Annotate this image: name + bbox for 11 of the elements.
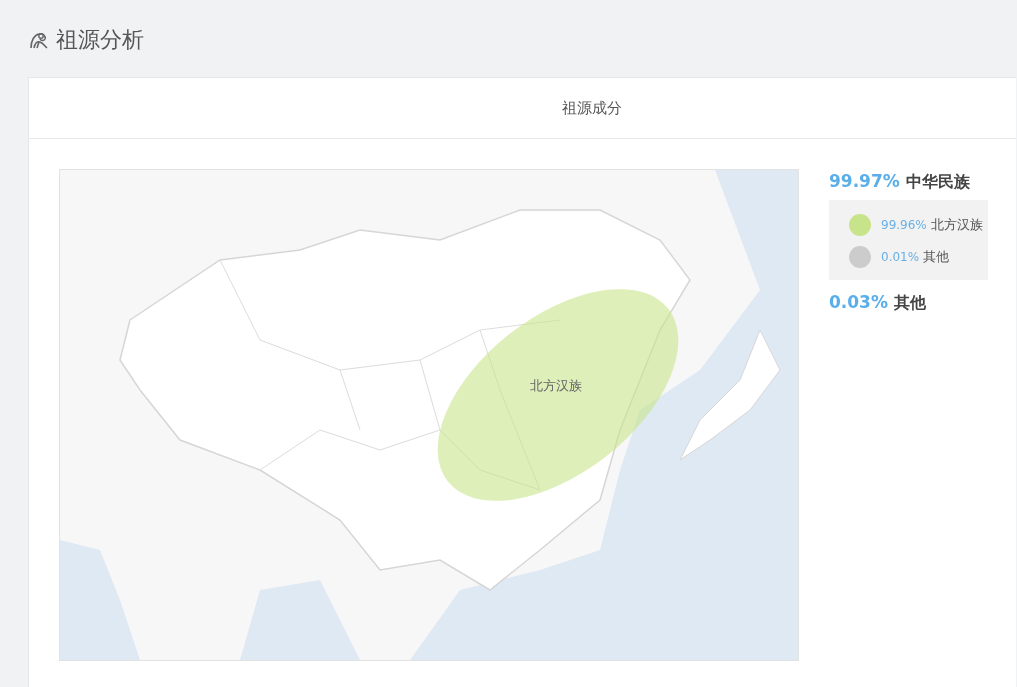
- subgroup-percent: 99.96%: [881, 218, 927, 232]
- group-percent: 0.03%: [829, 292, 888, 312]
- page-title: 祖源分析: [56, 26, 144, 54]
- map-region-label: 北方汉族: [530, 378, 582, 393]
- subgroup-name: 北方汉族: [930, 216, 983, 234]
- group-name: 其他: [894, 293, 926, 314]
- group-name: 中华民族: [905, 172, 970, 193]
- card-title: 祖源成分: [562, 98, 622, 118]
- group-percent: 99.97%: [829, 171, 900, 191]
- subgroup-name: 其他: [923, 248, 950, 266]
- subgroup-percent: 0.01%: [881, 250, 920, 264]
